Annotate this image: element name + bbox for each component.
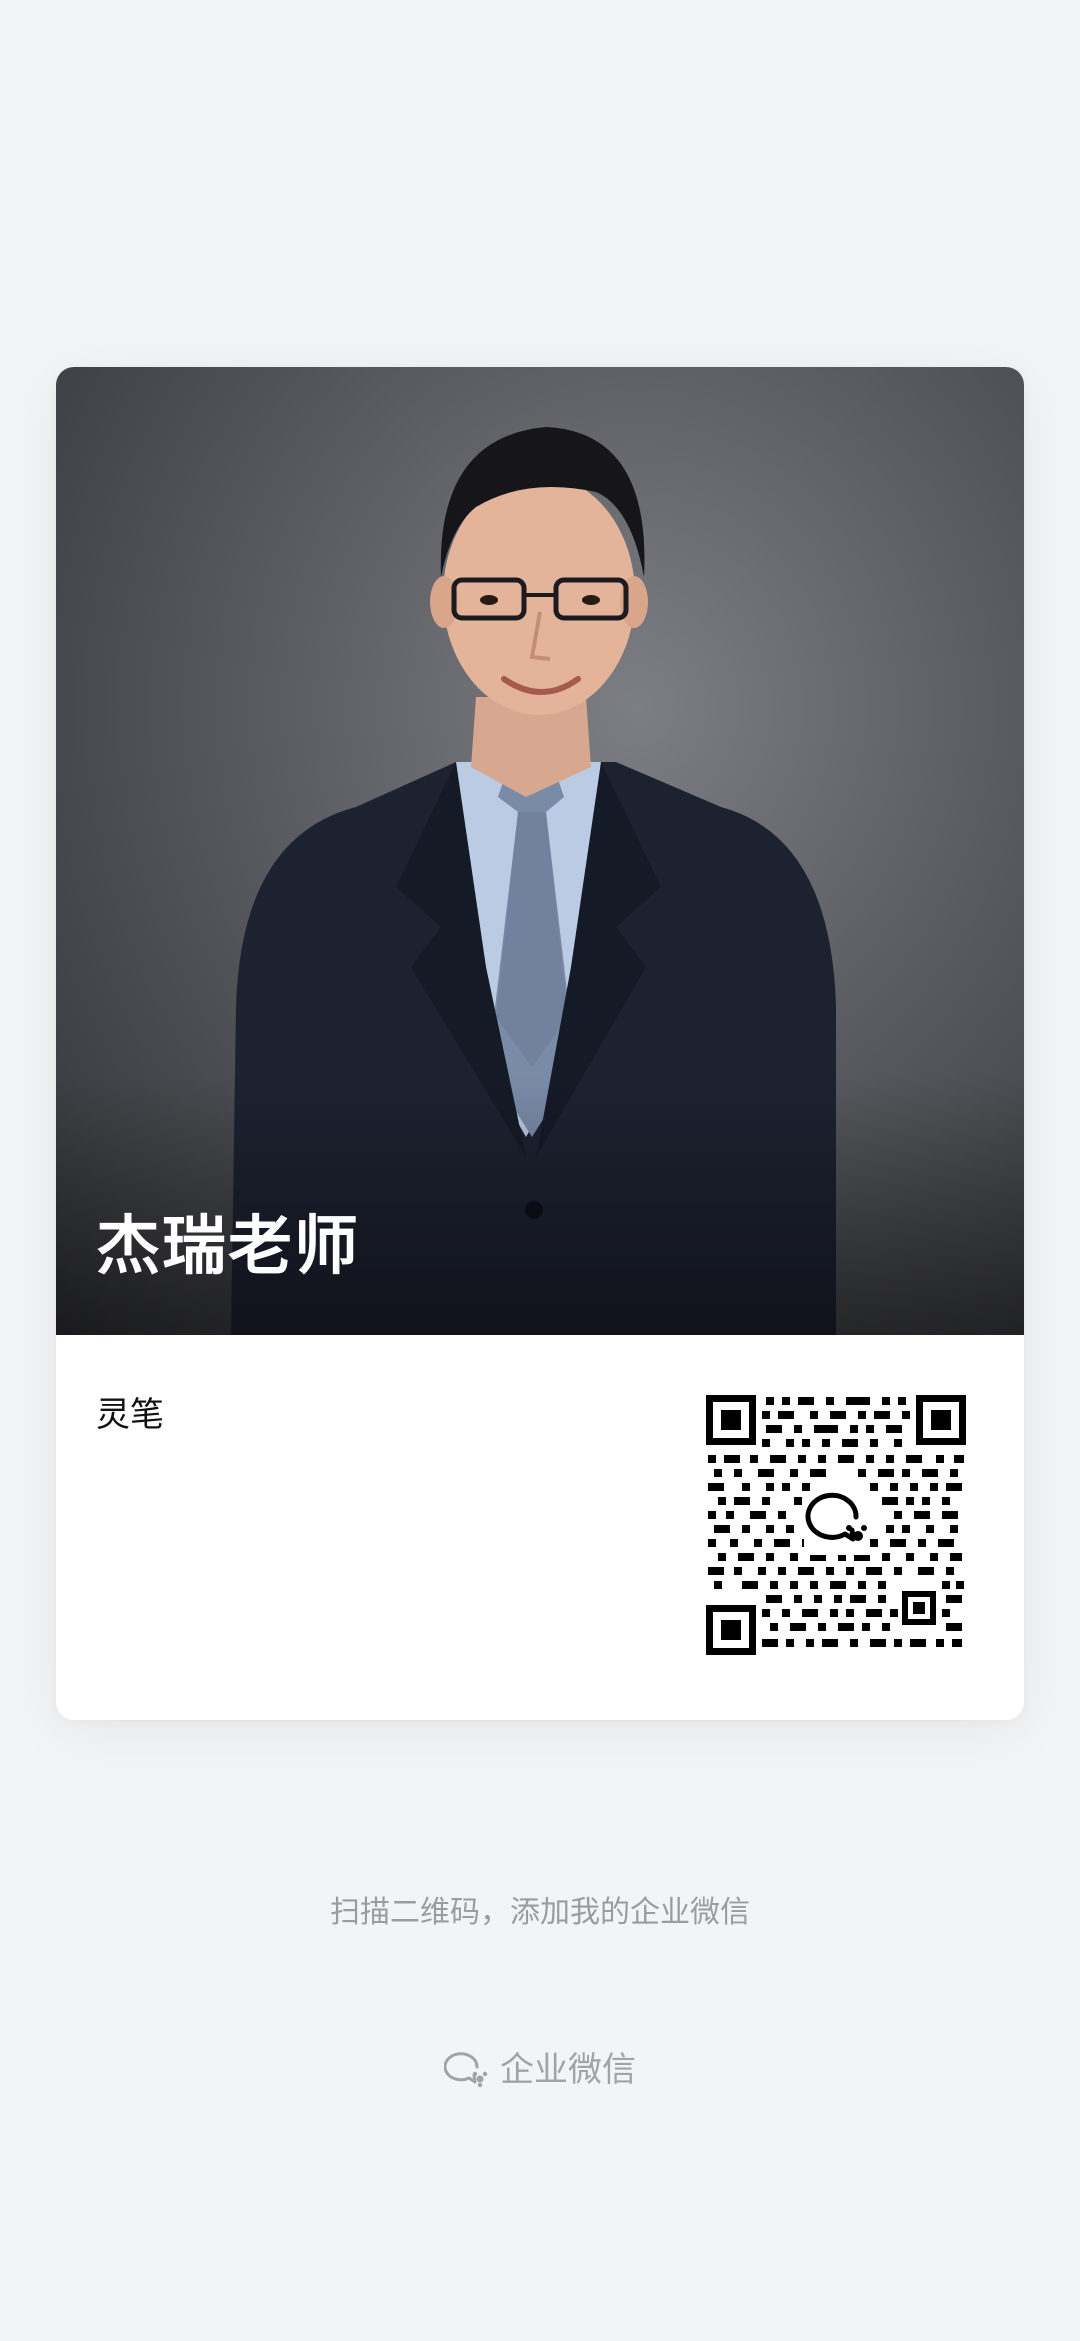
scan-hint-text: 扫描二维码，添加我的企业微信 bbox=[330, 1895, 750, 1930]
company-name: 灵笔 bbox=[96, 1395, 164, 1435]
wecom-brand-label: 企业微信 bbox=[500, 2050, 636, 2090]
person-name: 杰瑞老师 bbox=[96, 1210, 360, 1284]
page: 杰瑞老师 灵笔 扫描二维码，添加我的企业微信 企业微信 bbox=[0, 0, 1080, 2341]
wecom-qr-code-icon bbox=[706, 1395, 966, 1655]
wecom-logo-icon bbox=[444, 2052, 488, 2088]
photo-gradient-overlay bbox=[56, 1075, 1024, 1335]
wecom-brand: 企业微信 bbox=[0, 2048, 1080, 2092]
business-card: 杰瑞老师 灵笔 bbox=[56, 367, 1024, 1720]
qr-code[interactable] bbox=[706, 1395, 966, 1655]
profile-photo: 杰瑞老师 bbox=[56, 367, 1024, 1335]
